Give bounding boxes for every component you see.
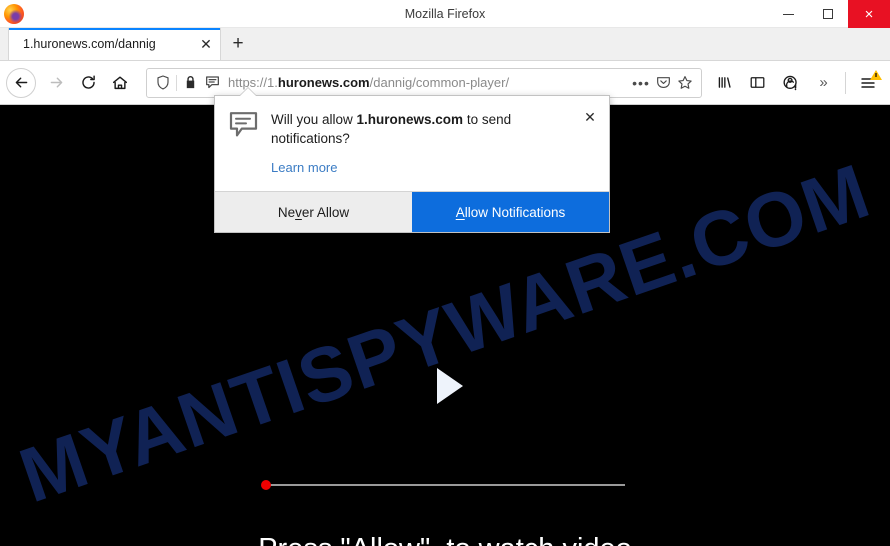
- title-bar: Mozilla Firefox ×: [0, 0, 890, 28]
- popup-text: Will you allow 1.huronews.com to send no…: [263, 110, 597, 177]
- allow-accesskey: A: [455, 204, 465, 220]
- url-path: /dannig/common-player/: [369, 75, 510, 90]
- browser-window: Mozilla Firefox × 1.huronews.com/dannig …: [0, 0, 890, 546]
- play-icon[interactable]: [437, 368, 463, 404]
- forward-button: [40, 67, 72, 99]
- minimize-button[interactable]: [768, 0, 808, 28]
- never-allow-button[interactable]: Ne v er Allow: [215, 192, 412, 233]
- pocket-icon[interactable]: [652, 72, 674, 94]
- learn-more-link[interactable]: Learn more: [271, 160, 337, 175]
- window-controls: ×: [768, 0, 890, 28]
- bookmark-star-icon[interactable]: [674, 72, 696, 94]
- popup-message-prefix: Will you allow: [271, 112, 357, 127]
- url-bar-actions: •••: [630, 72, 696, 94]
- url-bar-divider: [176, 74, 177, 91]
- tab-active[interactable]: 1.huronews.com/dannig ✕: [8, 28, 221, 60]
- tab-title: 1.huronews.com/dannig: [23, 37, 156, 51]
- allow-notifications-button[interactable]: Allow Notifications: [412, 192, 609, 233]
- tab-close-icon[interactable]: ✕: [196, 34, 216, 54]
- back-button[interactable]: [6, 67, 36, 98]
- page-message: Press "Allow", to watch video: [0, 533, 890, 546]
- sidebar-icon[interactable]: [741, 67, 774, 99]
- close-window-button[interactable]: ×: [848, 0, 890, 28]
- popup-actions: Ne v er Allow Allow Notifications: [215, 191, 609, 233]
- notification-bubble-icon: [229, 110, 263, 177]
- lock-icon[interactable]: [179, 72, 201, 94]
- never-allow-before: Ne: [277, 204, 296, 220]
- overflow-chevron-icon[interactable]: »: [807, 67, 840, 99]
- maximize-button[interactable]: [808, 0, 848, 28]
- url-domain: huronews.com: [277, 75, 370, 90]
- seek-bar[interactable]: [261, 480, 625, 490]
- home-button[interactable]: [104, 67, 136, 99]
- never-allow-accesskey: v: [295, 204, 302, 220]
- popup-body: Will you allow 1.huronews.com to send no…: [215, 96, 609, 191]
- seek-handle[interactable]: [261, 480, 271, 490]
- notification-permission-icon[interactable]: [201, 72, 223, 94]
- popup-close-icon[interactable]: ✕: [581, 108, 599, 126]
- never-allow-after: er Allow: [301, 204, 350, 220]
- account-icon[interactable]: [774, 67, 807, 99]
- popup-message-domain: 1.huronews.com: [356, 112, 464, 127]
- allow-after: llow Notifications: [464, 204, 566, 220]
- tab-strip: 1.huronews.com/dannig ✕ +: [0, 28, 890, 61]
- new-tab-button[interactable]: +: [221, 28, 255, 60]
- library-icon[interactable]: [708, 67, 741, 99]
- app-menu-button[interactable]: [851, 67, 884, 99]
- warning-triangle-icon: [870, 69, 882, 80]
- firefox-logo-icon: [4, 3, 24, 24]
- page-actions-icon[interactable]: •••: [630, 72, 652, 94]
- popup-message: Will you allow 1.huronews.com to send no…: [271, 110, 579, 148]
- toolbar-right-actions: »: [708, 67, 884, 99]
- reload-button[interactable]: [72, 67, 104, 99]
- url-text[interactable]: https://1.huronews.com/dannig/common-pla…: [223, 75, 630, 90]
- toolbar-divider: [845, 71, 846, 94]
- notification-permission-popup: Will you allow 1.huronews.com to send no…: [214, 86, 610, 234]
- shield-icon[interactable]: [152, 72, 174, 94]
- url-bar-identity-icons: [152, 72, 223, 94]
- url-bar[interactable]: https://1.huronews.com/dannig/common-pla…: [146, 67, 702, 98]
- window-title: Mozilla Firefox: [404, 6, 486, 21]
